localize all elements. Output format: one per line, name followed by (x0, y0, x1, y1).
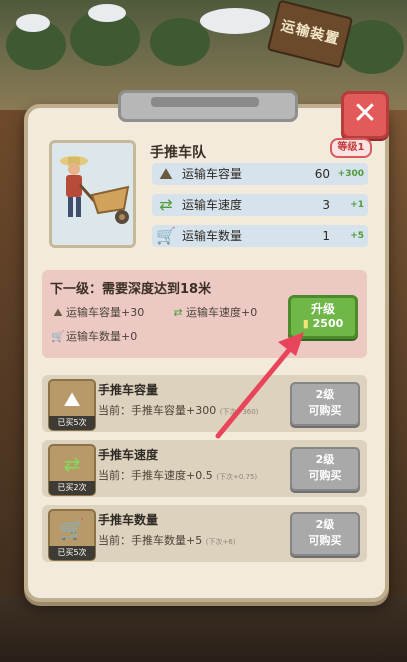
arrow-head-icon (278, 332, 304, 356)
pointer-arrow (215, 332, 304, 439)
